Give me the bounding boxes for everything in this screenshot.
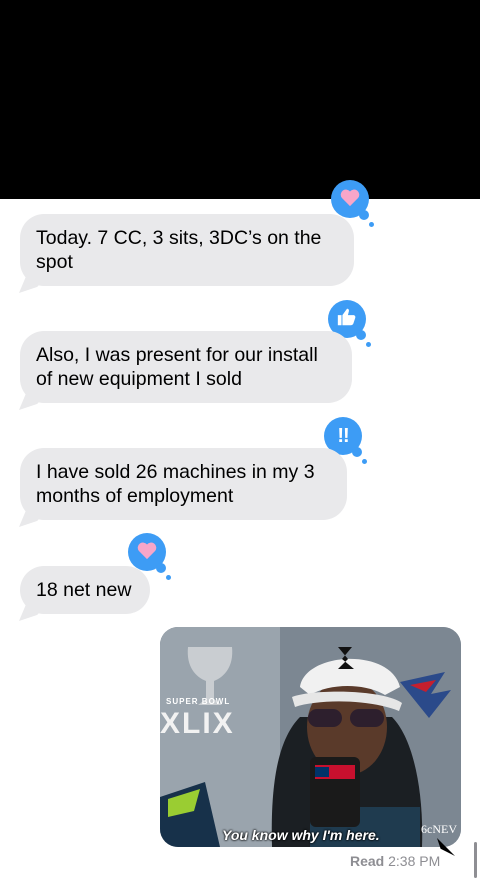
read-receipt: Read 2:38 PM: [350, 853, 440, 869]
message-text: Today. 7 CC, 3 sits, 3DC’s on the spot: [36, 227, 322, 273]
network-logo: 6cNEV: [421, 822, 457, 836]
message-bubble[interactable]: Also, I was present for our install of n…: [19, 331, 352, 410]
super-bowl-label: SUPER BOWL: [166, 697, 231, 706]
message-bubble[interactable]: Today. 7 CC, 3 sits, 3DC’s on the spot: [19, 214, 354, 293]
heart-icon: [339, 187, 361, 212]
gif-caption: You know why I'm here.: [222, 827, 380, 843]
exclamation-icon: !!: [337, 424, 349, 447]
gif-attachment[interactable]: SUPER BOWL XLIX 6cNEV You know why I'm h…: [160, 627, 461, 847]
reaction-badge[interactable]: [331, 180, 374, 227]
thumbs-up-icon: [336, 306, 358, 333]
xlix-logo: XLIX: [160, 707, 235, 740]
message-text: Also, I was present for our install of n…: [36, 344, 318, 390]
read-label: Read: [350, 853, 385, 869]
reaction-badge[interactable]: [128, 533, 171, 580]
message-text: 18 net new: [36, 579, 132, 601]
heart-icon: [136, 540, 158, 565]
read-time: 2:38 PM: [388, 853, 441, 869]
message-text: I have sold 26 machines in my 3 months o…: [36, 461, 315, 507]
message-bubble[interactable]: 18 net new: [19, 566, 150, 621]
status-bar-area: [0, 0, 480, 199]
scroll-indicator: [474, 842, 477, 878]
message-bubble[interactable]: I have sold 26 machines in my 3 months o…: [19, 448, 347, 527]
